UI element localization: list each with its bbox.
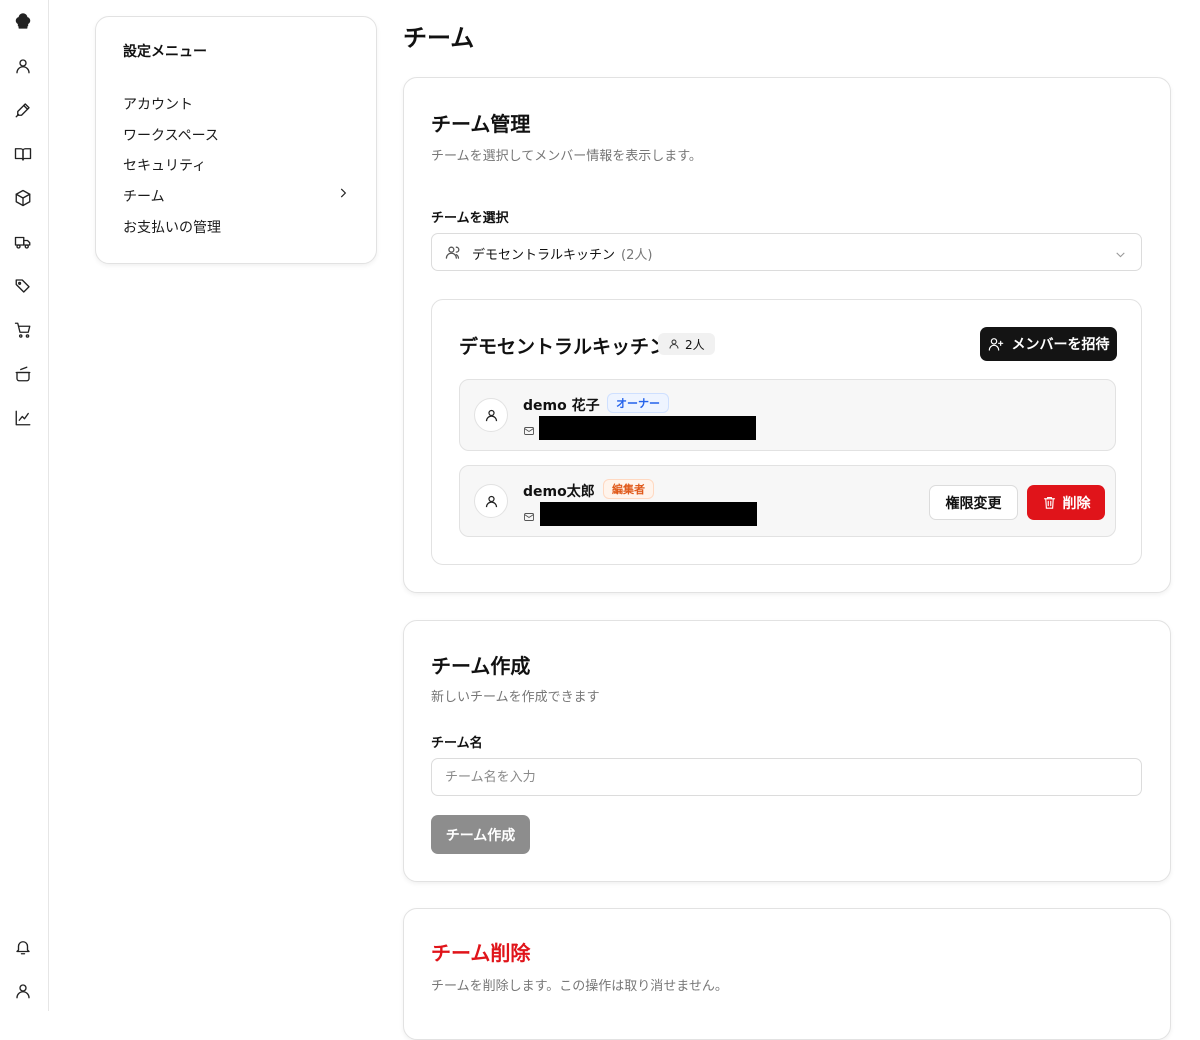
role-badge-owner: オーナー <box>607 393 669 413</box>
user-icon[interactable] <box>12 55 34 77</box>
redacted-email <box>540 502 757 526</box>
role-badge-editor: 編集者 <box>603 479 654 499</box>
team-create-title: チーム作成 <box>431 654 531 678</box>
team-select-label: チームを選択 <box>431 211 509 226</box>
settings-menu-title: 設定メニュー <box>123 44 207 60</box>
member-row: demo太郎 編集者 権限変更 削除 <box>459 465 1116 537</box>
user-icon <box>485 409 497 421</box>
pen-icon[interactable] <box>12 99 34 121</box>
invite-member-button[interactable]: メンバーを招待 <box>980 327 1117 361</box>
team-management-description: チームを選択してメンバー情報を表示します。 <box>431 149 702 164</box>
team-management-title: チーム管理 <box>431 112 531 136</box>
team-create-card: チーム作成 新しいチームを作成できます チーム名 チーム作成 <box>403 620 1171 882</box>
team-name-label: チーム名 <box>431 736 483 751</box>
team-select[interactable]: デモセントラルキッチン (2人) <box>431 233 1142 271</box>
team-select-value: デモセントラルキッチン (2人) <box>472 248 653 263</box>
cart-icon[interactable] <box>12 319 34 341</box>
menu-item-account[interactable]: アカウント <box>123 94 193 114</box>
pot-icon[interactable] <box>12 363 34 385</box>
user-icon <box>485 495 497 507</box>
truck-icon[interactable] <box>12 231 34 253</box>
create-team-button[interactable]: チーム作成 <box>431 815 530 854</box>
box-icon[interactable] <box>12 187 34 209</box>
change-permission-button[interactable]: 権限変更 <box>929 485 1018 520</box>
team-name-input[interactable] <box>431 758 1142 796</box>
member-name: demo 花子 <box>523 398 600 414</box>
settings-menu: 設定メニュー アカウント ワークスペース セキュリティ チーム お支払いの管理 <box>95 16 377 264</box>
team-detail-panel: デモセントラルキッチン 2人 メンバーを招待 demo 花子 オーナー demo… <box>431 299 1142 565</box>
redacted-email <box>539 416 756 440</box>
page-title: チーム <box>403 24 475 52</box>
avatar <box>474 398 508 432</box>
team-create-description: 新しいチームを作成できます <box>431 690 600 705</box>
team-delete-description: チームを削除します。この操作は取り消せません。 <box>431 979 728 994</box>
icon-sidebar <box>0 0 49 1011</box>
users-icon <box>445 244 462 265</box>
user-icon[interactable] <box>12 980 34 1002</box>
tags-icon[interactable] <box>12 275 34 297</box>
user-plus-icon <box>988 338 1003 351</box>
chevron-right-icon <box>336 185 350 199</box>
team-name: デモセントラルキッチン <box>459 336 669 358</box>
chart-icon[interactable] <box>12 407 34 429</box>
member-name: demo太郎 <box>523 484 595 500</box>
member-count-badge: 2人 <box>658 333 715 355</box>
avatar <box>474 484 508 518</box>
trash-icon <box>1043 496 1055 509</box>
team-delete-card: チーム削除 チームを削除します。この操作は取り消せません。 <box>403 908 1171 1040</box>
book-icon[interactable] <box>12 143 34 165</box>
menu-item-workspace[interactable]: ワークスペース <box>123 125 219 145</box>
team-management-card: チーム管理 チームを選択してメンバー情報を表示します。 チームを選択 デモセント… <box>403 77 1171 593</box>
menu-item-security[interactable]: セキュリティ <box>123 155 206 175</box>
mail-icon <box>523 422 535 441</box>
mail-icon <box>523 508 535 527</box>
member-row: demo 花子 オーナー <box>459 379 1116 451</box>
menu-item-billing[interactable]: お支払いの管理 <box>123 217 221 237</box>
chef-hat-icon[interactable] <box>12 11 34 33</box>
bell-icon[interactable] <box>12 936 34 958</box>
team-delete-title: チーム削除 <box>431 941 531 965</box>
chevron-down-icon <box>1114 246 1127 265</box>
delete-member-button[interactable]: 削除 <box>1027 485 1105 520</box>
menu-item-team[interactable]: チーム <box>123 186 165 206</box>
user-icon <box>669 339 679 349</box>
